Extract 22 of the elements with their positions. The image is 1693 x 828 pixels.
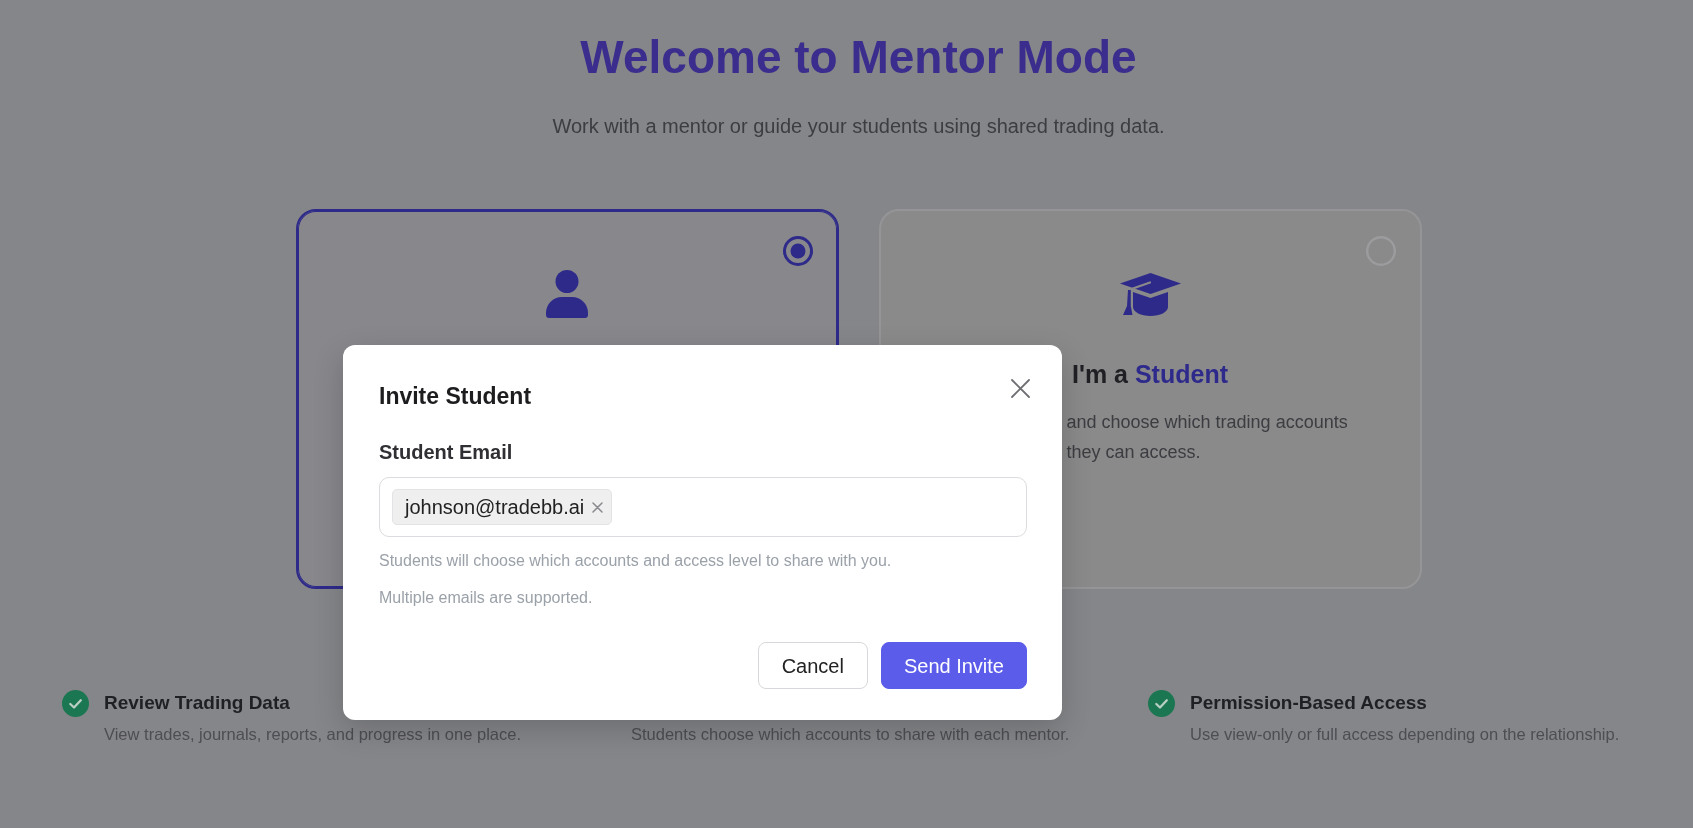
page-title: Welcome to Mentor Mode — [580, 30, 1137, 85]
feature-description: Use view-only or full access depending on the relationship. — [1190, 724, 1620, 745]
dialog-title: Invite Student — [379, 382, 532, 411]
field-label: Student Email — [379, 440, 513, 465]
radio-button[interactable] — [782, 236, 813, 266]
feature-title: Permission-Based Access — [1190, 691, 1427, 715]
card-title: I'm a Student — [1072, 359, 1228, 390]
feature-title: Review Trading Data — [104, 691, 290, 715]
send-button[interactable]: Send Invite — [880, 642, 1027, 689]
cancel-button[interactable]: Cancel — [757, 642, 868, 689]
close-button[interactable] — [1011, 379, 1030, 398]
graduation-cap-icon — [1119, 272, 1181, 316]
card-description: and choose which trading accounts they can access. — [1066, 411, 1349, 464]
email-address: johnson@tradebb.ai — [405, 495, 585, 519]
check-circle-icon — [62, 689, 89, 717]
email-field[interactable]: johnson@tradebb.ai — [379, 477, 1027, 537]
page-subtitle: Work with a mentor or guide your students using shared trading data. — [552, 114, 1165, 139]
remove-icon[interactable] — [592, 501, 604, 513]
check-circle-icon — [1148, 689, 1175, 717]
hint-text: Multiple emails are supported. — [379, 588, 593, 608]
close-icon — [1011, 379, 1030, 398]
person-icon — [546, 270, 588, 318]
